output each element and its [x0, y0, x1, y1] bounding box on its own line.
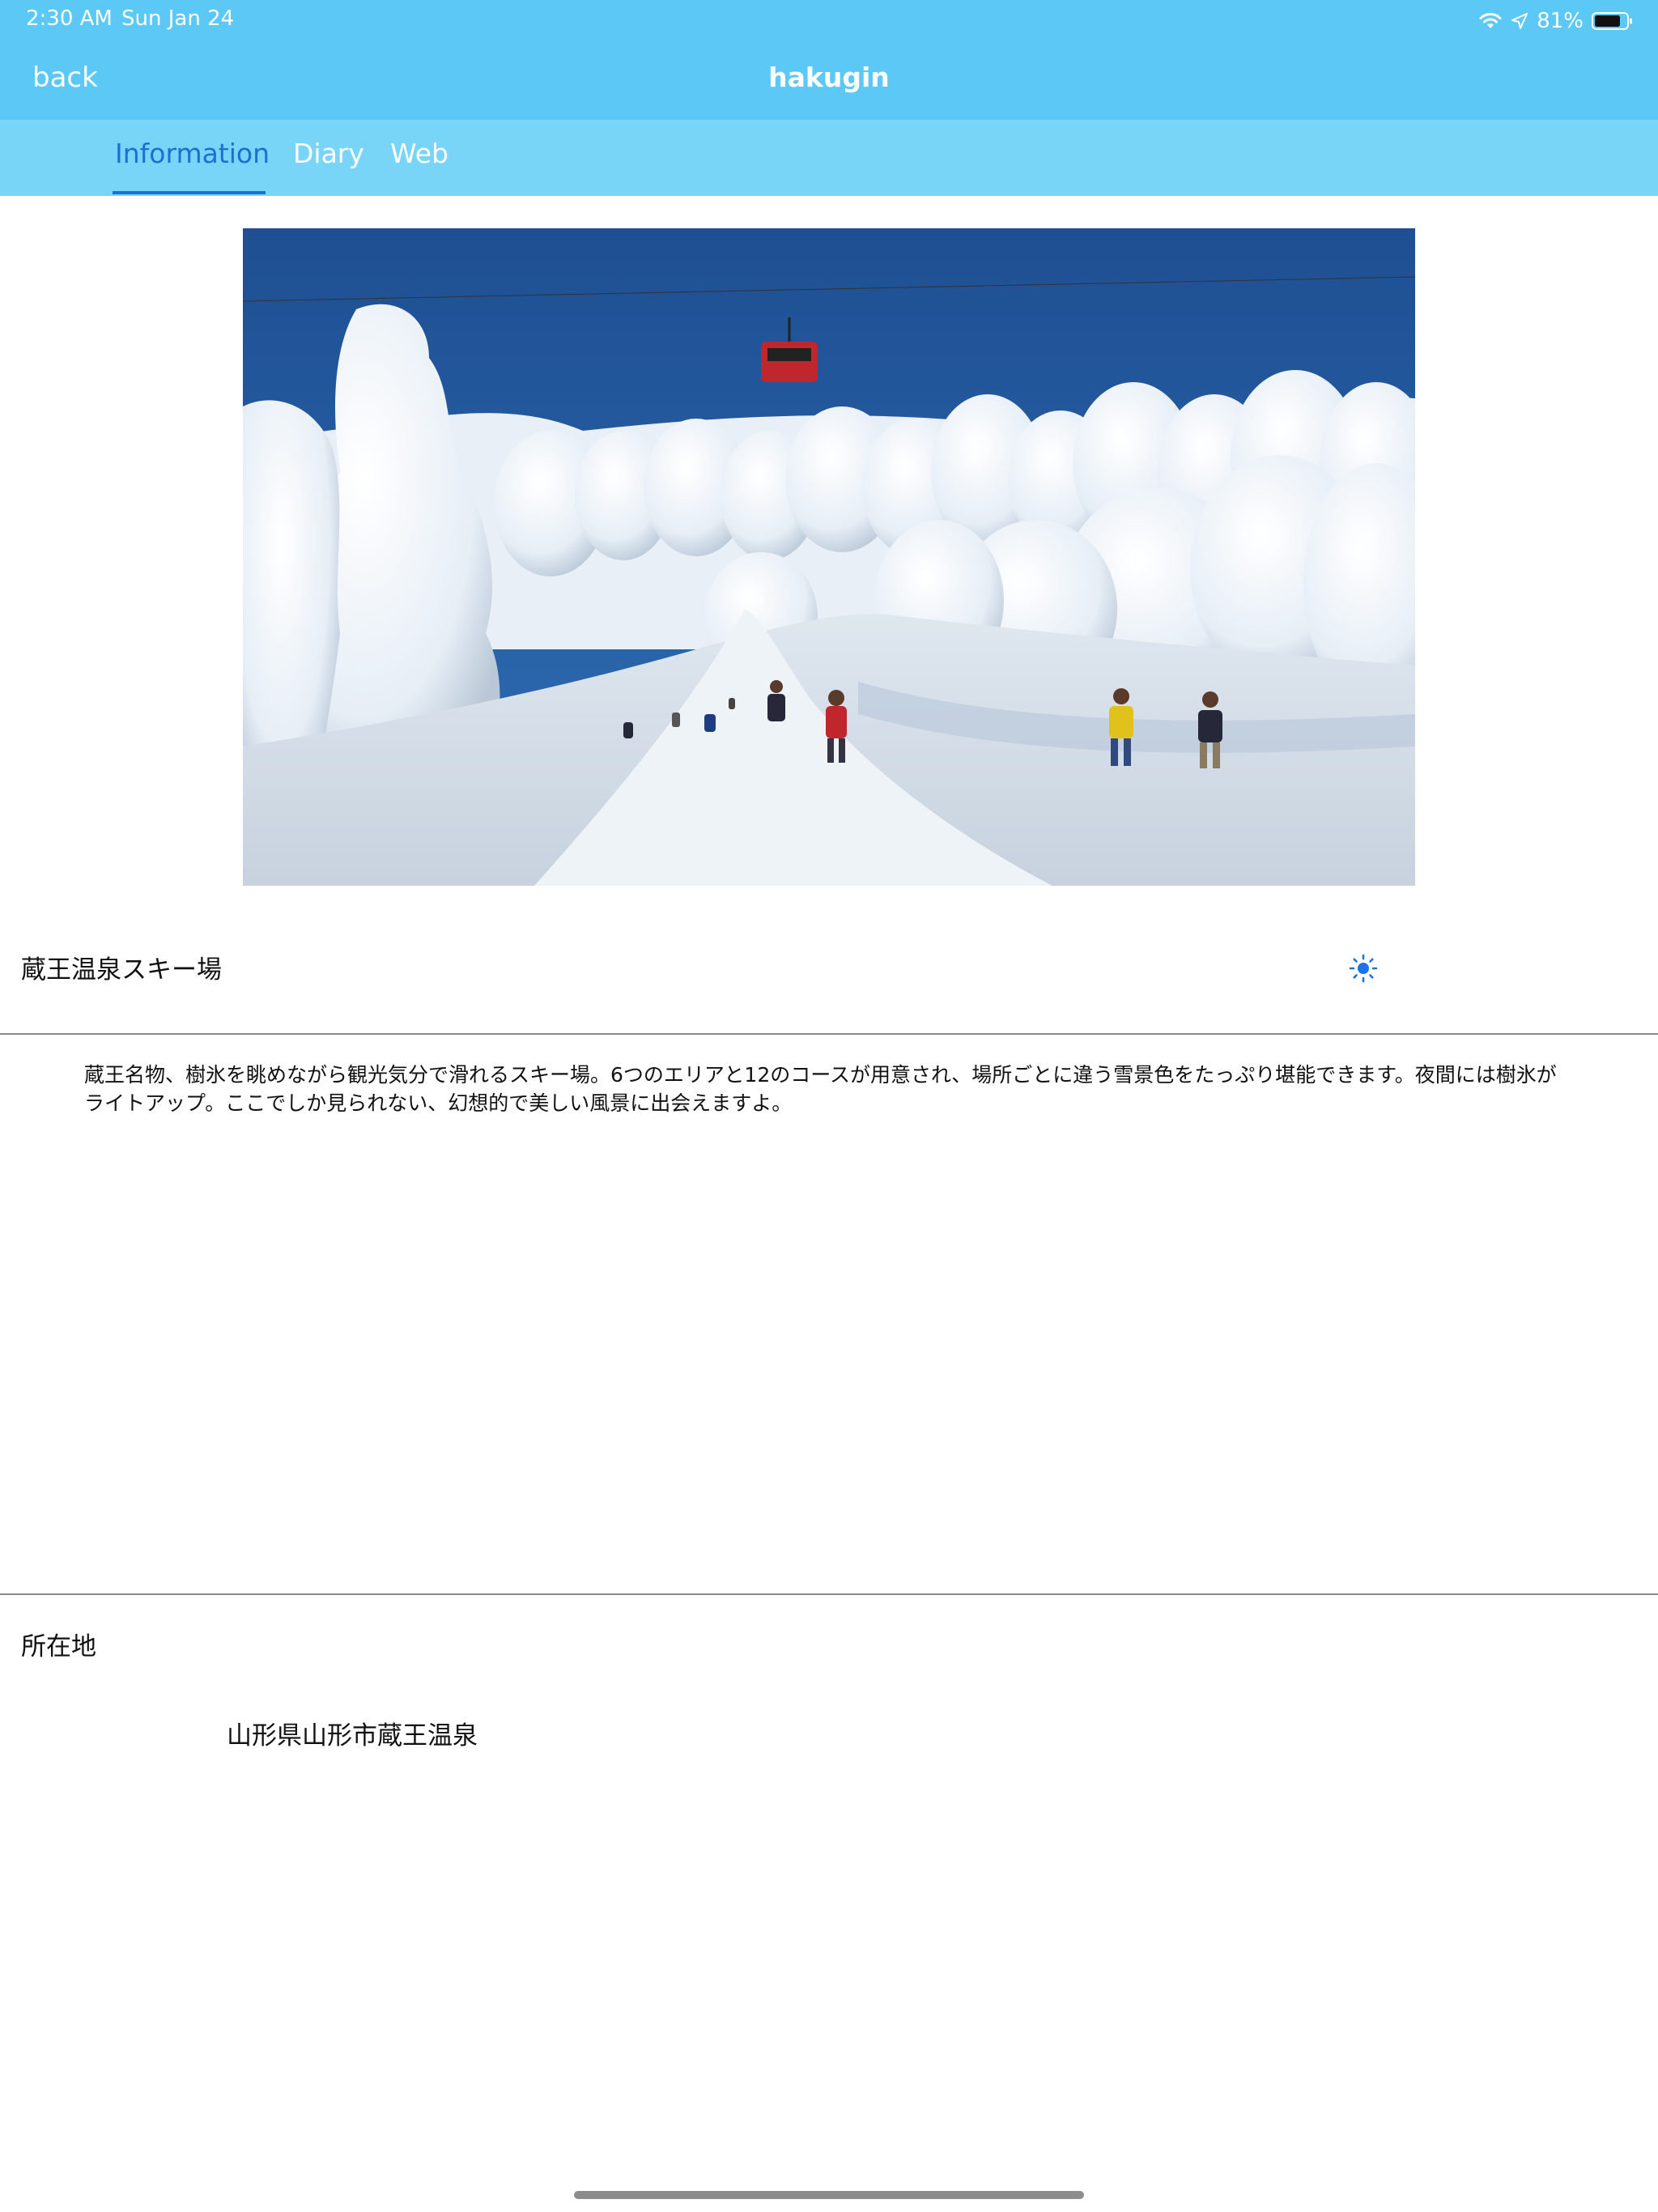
divider — [0, 1033, 1658, 1035]
snow-monster-ski-slope-photo — [243, 228, 1415, 886]
spot-name: 蔵王温泉スキー場 — [21, 955, 222, 985]
navigation-bar: 2:30 AM Sun Jan 24 81% back hakugin — [0, 0, 1658, 120]
status-time: 2:30 AM — [26, 6, 113, 31]
screen: 2:30 AM Sun Jan 24 81% back hakugin Info… — [0, 0, 1658, 2212]
wifi-icon — [1479, 13, 1502, 28]
location-label: 所在地 — [21, 1632, 96, 1661]
tab-diary[interactable]: Diary — [293, 138, 364, 169]
divider — [0, 1593, 1658, 1595]
status-date: Sun Jan 24 — [121, 6, 235, 31]
tab-bar: Information Diary Web — [0, 120, 1658, 196]
ski-resort-photo — [243, 228, 1415, 886]
description-text: 蔵王名物、樹氷を眺めながら観光気分で滑れるスキー場。6つのエリアと12のコースが… — [84, 1063, 1557, 1115]
tab-selection-indicator — [113, 191, 266, 194]
location-value: 山形県山形市蔵王温泉 — [227, 1721, 478, 1750]
tab-information[interactable]: Information — [115, 138, 270, 169]
battery-icon — [1592, 12, 1632, 30]
sun-icon — [1349, 954, 1378, 983]
home-indicator[interactable] — [574, 2191, 1084, 2199]
tab-web[interactable]: Web — [390, 138, 449, 169]
battery-percent: 81% — [1537, 9, 1584, 33]
location-arrow-icon — [1511, 13, 1528, 29]
page-title: hakugin — [768, 62, 890, 93]
status-icons: 81% — [1478, 6, 1634, 36]
